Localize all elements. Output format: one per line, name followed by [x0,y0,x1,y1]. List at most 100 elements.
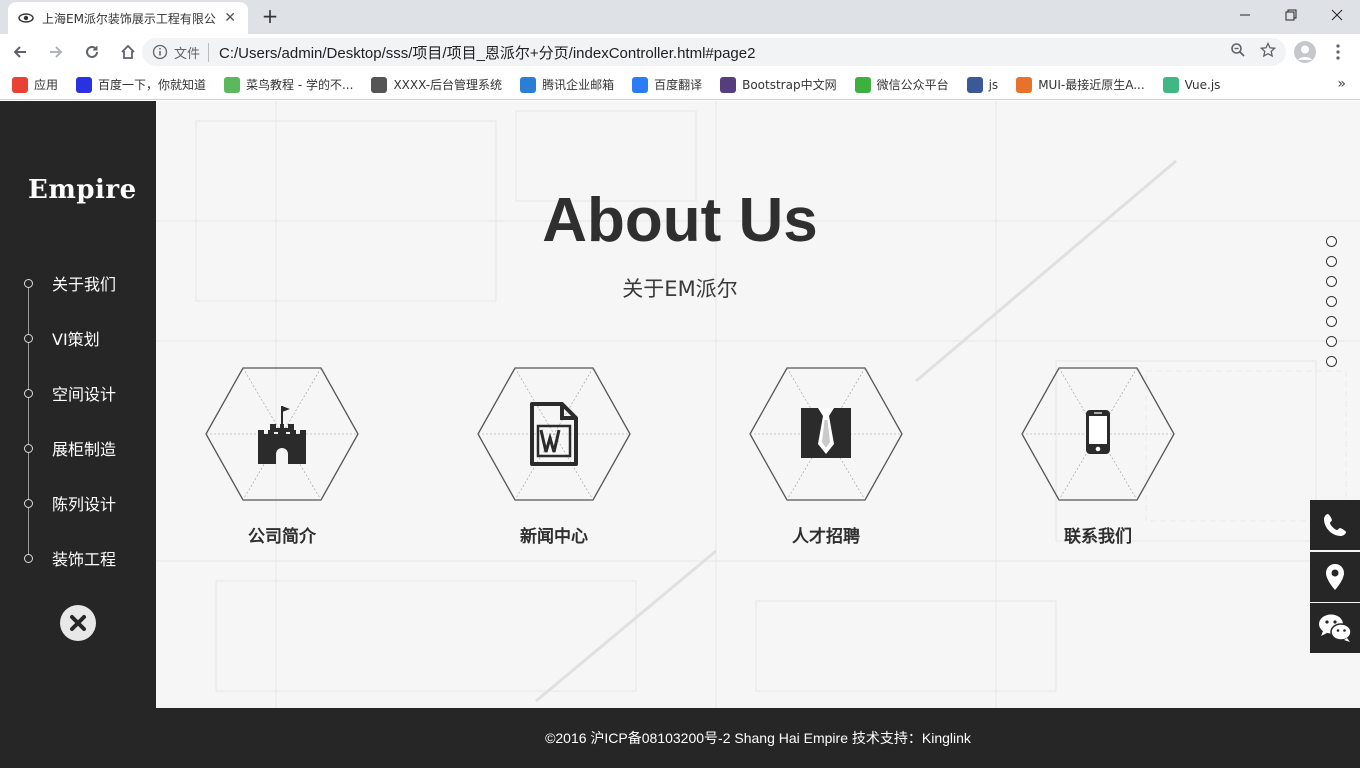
card-label: 公司简介 [248,527,316,547]
sidebar-nav-item[interactable]: 关于我们 [0,268,156,298]
wechat-icon [854,76,871,93]
bookmark-item[interactable]: MUI-最接近原生A... [1016,76,1145,93]
bookmark-star-icon[interactable] [1259,41,1277,62]
empire-logo[interactable]: Empire [28,175,137,205]
restore-button[interactable] [1268,0,1314,30]
smartphone-icon [1086,410,1110,454]
wechat-icon [1319,614,1352,642]
bookmark-item[interactable]: 百度一下，你就知道 [76,76,206,93]
sidebar-item-label: 展柜制造 [52,440,117,459]
footer-copyright: ©2016 沪ICP备08103200号-2 Shang Hai Empire … [545,730,971,746]
nav-bullet-icon [24,333,33,343]
browser-menu-icon[interactable] [1330,42,1346,62]
sidebar-nav-item[interactable]: 展柜制造 [0,433,156,463]
bookmark-label: Vue.js [1184,77,1221,92]
bookmark-label: 百度一下，你就知道 [98,78,207,92]
page-footer: ©2016 沪ICP备08103200号-2 Shang Hai Empire … [156,708,1360,768]
back-button[interactable] [4,36,36,68]
bookmark-label: 菜鸟教程 - 学的不... [246,78,354,92]
location-pin-icon [1326,563,1344,590]
pagination-dot[interactable] [1326,296,1337,307]
pagination-dot[interactable] [1326,316,1337,327]
translate-icon [632,76,649,93]
bookmark-label: XXXX-后台管理系统 [393,78,503,92]
sidebar-item-label: VI策划 [52,330,100,349]
card-contact-us[interactable]: 联系我们 [1008,366,1188,556]
bookmarks-bar: 应用 百度一下，你就知道 菜鸟教程 - 学的不... XXXX-后台管理系统 腾讯企业邮… [0,70,1360,100]
pagination-dot[interactable] [1326,356,1337,367]
sidebar-item-label: 空间设计 [52,385,117,404]
arrow-left-icon [13,46,26,58]
pagination-dot[interactable] [1326,256,1337,267]
sidebar-item-label: 陈列设计 [52,495,117,514]
bookmark-item[interactable]: Vue.js [1162,76,1221,93]
bookmark-item[interactable]: 应用 [12,76,58,93]
bookmark-item[interactable]: XXXX-后台管理系统 [371,76,502,93]
bookmarks-overflow-icon[interactable]: » [1337,76,1346,92]
location-button[interactable] [1310,551,1360,602]
bookmark-item[interactable]: 微信公众平台 [854,76,949,93]
card-news-center[interactable]: 新闻中心 [464,366,644,556]
side-navigation: Empire 关于我们 VI策划空间设计展柜制造陈列设计装饰工程 [0,101,156,768]
pagination-dot[interactable] [1326,276,1337,287]
wechat-button[interactable] [1310,603,1360,653]
bootstrap-icon [720,76,737,93]
bookmark-item[interactable]: 百度翻译 [632,76,702,93]
sidebar-nav-item[interactable]: VI策划 [0,323,156,353]
browser-toolbar: 文件 C:/Users/admin/Desktop/sss/项目/项目_恩派尔+… [0,34,1360,70]
home-icon [121,44,135,59]
bookmark-item[interactable]: js [966,76,999,93]
card-label: 新闻中心 [520,527,588,547]
close-window-button[interactable] [1314,0,1360,30]
pagination-dot[interactable] [1326,236,1337,247]
pagination-dot[interactable] [1326,336,1337,347]
phone-button[interactable] [1310,500,1360,550]
address-bar[interactable]: 文件 C:/Users/admin/Desktop/sss/项目/项目_恩派尔+… [142,38,1286,66]
browser-tab[interactable]: 上海EM派尔装饰展示工程有限公 ✕ [8,2,248,34]
close-tab-icon[interactable]: ✕ [222,10,238,26]
floating-contact-tools [1310,500,1360,655]
runoob-icon [224,76,241,93]
forward-button[interactable] [40,36,72,68]
sidebar-item-label: 关于我们 [52,275,117,294]
reload-button[interactable] [76,36,108,68]
info-icon[interactable] [152,44,168,60]
bookmark-item[interactable]: 腾讯企业邮箱 [520,76,614,93]
nav-bullet-icon [24,553,33,563]
nav-bullet-icon [24,278,33,288]
sidebar-nav-item[interactable]: 装饰工程 [0,543,156,573]
tie-icon [801,408,851,458]
card-company-intro[interactable]: 公司简介 [192,366,372,556]
vue-icon [1162,76,1179,93]
sidebar-nav-item[interactable]: 陈列设计 [0,488,156,518]
new-tab-button[interactable]: + [258,4,282,28]
arrow-right-icon [50,46,63,58]
sidebar-nav-item[interactable]: 空间设计 [0,378,156,408]
minimize-button[interactable] [1222,0,1268,30]
card-label: 联系我们 [1064,527,1132,547]
file-scheme-label: 文件 [174,42,210,62]
feature-cards: 公司简介 新闻中心 人才招聘 联系我们 [156,366,1360,556]
tab-title: 上海EM派尔装饰展示工程有限公 [42,11,216,26]
section-pagination [1326,236,1337,376]
card-talent-recruitment[interactable]: 人才招聘 [736,366,916,556]
bookmark-label: js [988,77,999,92]
zoom-icon[interactable] [1230,42,1246,62]
page-viewport: Empire 关于我们 VI策划 空间设计 展柜制造 陈列设计 装饰工程 Abo… [0,101,1360,768]
card-label: 人才招聘 [792,527,860,547]
globe-icon [371,76,388,93]
close-icon [70,615,86,631]
baidu-paw-icon [76,76,93,93]
url-text[interactable]: C:/Users/admin/Desktop/sss/项目/项目_恩派尔+分页/… [219,42,1230,63]
bookmark-item[interactable]: 菜鸟教程 - 学的不... [224,76,353,93]
profile-avatar[interactable] [1294,41,1316,63]
reload-icon [86,45,98,58]
tencent-mail-icon [520,76,537,93]
facebook-icon [966,76,983,93]
close-menu-button[interactable] [60,605,96,641]
mui-icon [1016,76,1033,93]
bookmark-item[interactable]: Bootstrap中文网 [720,76,837,93]
nav-bullet-icon [24,443,33,453]
browser-tabstrip: 上海EM派尔装饰展示工程有限公 ✕ + [0,0,1360,34]
home-button[interactable] [112,36,144,68]
